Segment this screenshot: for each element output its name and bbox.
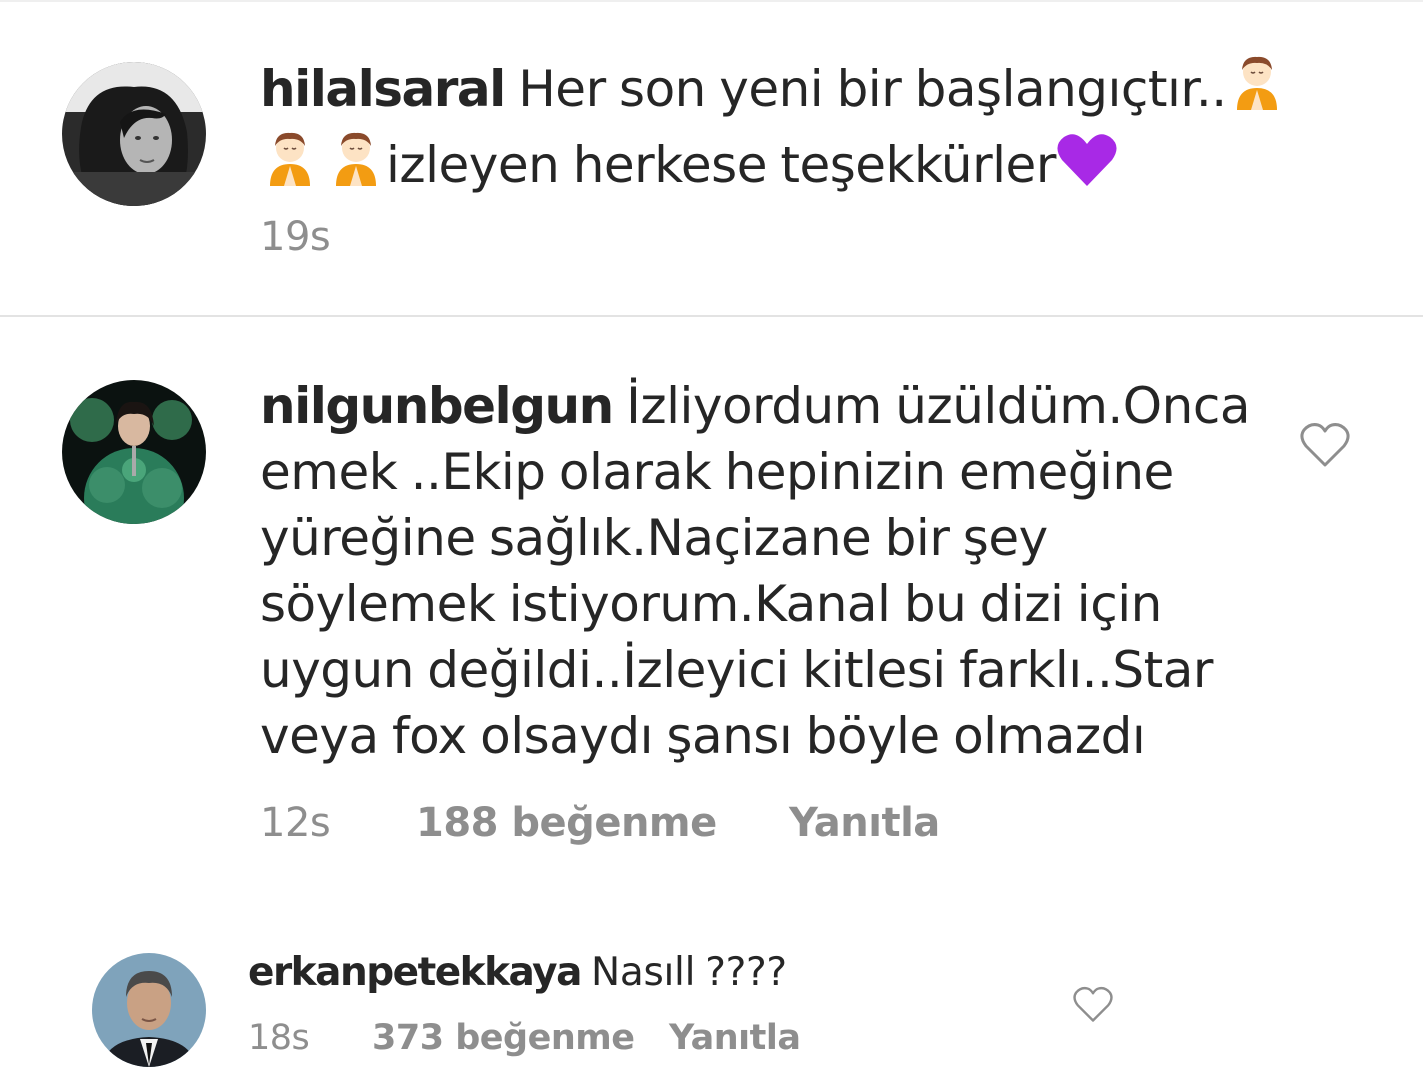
comment-text: Her son yeni bir başlangıçtır.. <box>518 60 1227 118</box>
comment-line: İzliyordum üzüldüm.Onca <box>626 377 1250 435</box>
comment-body: hilalsaral Her son yeni bir başlangıçtır… <box>260 52 1310 204</box>
reply-button[interactable]: Yanıtla <box>669 1018 801 1058</box>
heart-outline-icon[interactable] <box>1073 986 1113 1023</box>
comment-line: yüreğine sağlık.Naçizane bir şey <box>260 509 1048 567</box>
person-folding-hands-emoji <box>1227 52 1287 128</box>
avatar[interactable] <box>62 62 206 206</box>
comment-line: emek ..Ekip olarak hepinizin emeğine <box>260 443 1174 501</box>
username[interactable]: hilalsaral <box>260 60 506 118</box>
avatar[interactable] <box>62 380 206 524</box>
avatar-photo <box>62 380 206 524</box>
username[interactable]: erkanpetekkaya <box>248 950 582 995</box>
purple-heart-emoji <box>1056 132 1118 204</box>
heart-outline-icon[interactable] <box>1300 422 1350 468</box>
comment-line: uygun değildi..İzleyici kitlesi farklı..… <box>260 641 1213 699</box>
avatar-photo <box>92 953 206 1067</box>
person-folding-hands-emoji <box>260 128 320 204</box>
comment-time: 19s <box>260 214 331 260</box>
comment-line: veya fox olsaydı şansı böyle olmazdı <box>260 707 1146 765</box>
divider <box>0 315 1423 317</box>
comment-line: söylemek istiyorum.Kanal bu dizi için <box>260 575 1162 633</box>
comment-text-continued: izleyen herkese teşekkürler <box>386 136 1056 194</box>
comment-body: nilgunbelgun İzliyordum üzüldüm.Onca eme… <box>260 373 1260 769</box>
reply-time: 18s <box>248 1018 310 1058</box>
reply-body: erkanpetekkaya Nasıll ???? <box>248 948 1148 998</box>
like-count[interactable]: 373 beğenme <box>372 1018 635 1058</box>
reply-text: Nasıll ???? <box>591 950 787 995</box>
reply-button[interactable]: Yanıtla <box>789 800 940 846</box>
like-count[interactable]: 188 beğenme <box>416 800 717 846</box>
person-folding-hands-emoji <box>326 128 386 204</box>
avatar[interactable] <box>92 953 206 1067</box>
top-border <box>0 0 1423 2</box>
username[interactable]: nilgunbelgun <box>260 377 614 435</box>
avatar-photo <box>62 62 206 206</box>
comment-time: 12s <box>260 800 331 846</box>
